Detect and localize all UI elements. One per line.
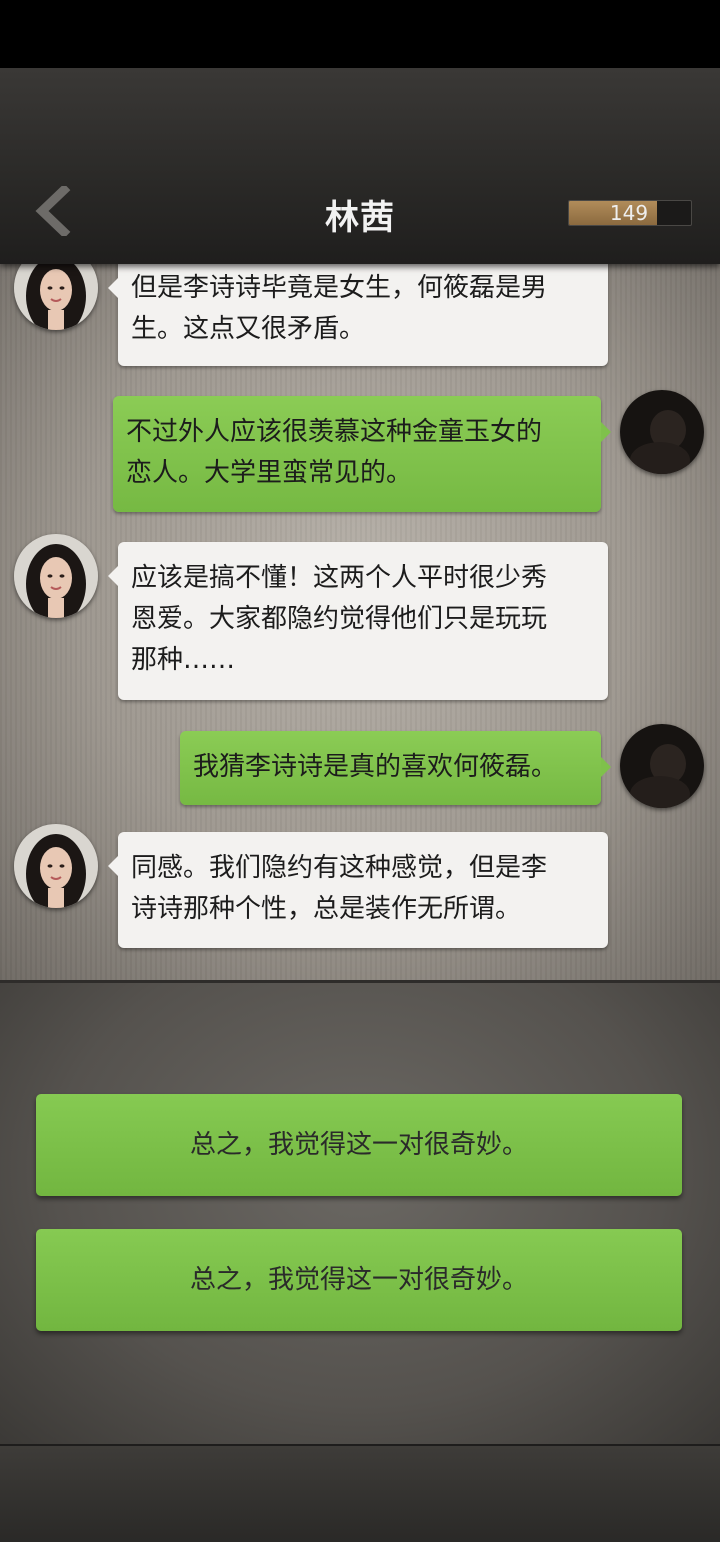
status-bar — [0, 0, 720, 68]
message-line: 生。这点又很矛盾。 — [131, 314, 366, 344]
girl-portrait-icon — [14, 264, 98, 330]
npc-message-bubble: 同感。我们隐约有这种感觉，但是李 诗诗那种个性，总是装作无所谓。 — [108, 832, 608, 948]
message-line: 诗诗那种个性，总是装作无所谓。 — [131, 894, 522, 924]
message-line: 同感。我们隐约有这种感觉，但是李 — [131, 853, 548, 883]
chat-area[interactable]: 但是李诗诗毕竟是女生，何筱磊是男 生。这点又很矛盾。 不过外人应该很羡慕这种金童… — [0, 264, 720, 980]
npc-avatar[interactable] — [14, 824, 98, 908]
bottom-bar — [0, 1444, 720, 1542]
reply-option-button[interactable]: 总之，我觉得这一对很奇妙。 — [36, 1229, 682, 1331]
player-message-bubble: 我猜李诗诗是真的喜欢何筱磊。 — [180, 731, 611, 805]
girl-portrait-icon — [14, 534, 98, 618]
npc-message-bubble: 但是李诗诗毕竟是女生，何筱磊是男 生。这点又很矛盾。 — [108, 264, 608, 366]
player-message-bubble: 不过外人应该很羡慕这种金童玉女的 恋人。大学里蛮常见的。 — [113, 396, 611, 512]
girl-portrait-icon — [14, 824, 98, 908]
player-avatar[interactable] — [620, 724, 704, 808]
message-line: 那种…… — [131, 645, 236, 675]
message-line: 恩爱。大家都隐约觉得他们只是玩玩 — [131, 604, 548, 634]
npc-avatar[interactable] — [14, 534, 98, 618]
energy-meter: 149 — [568, 200, 692, 226]
choice-panel: 总之，我觉得这一对很奇妙。 总之，我觉得这一对很奇妙。 — [0, 980, 720, 1447]
player-silhouette-icon — [620, 724, 704, 808]
player-avatar[interactable] — [620, 390, 704, 474]
message-line: 不过外人应该很羡慕这种金童玉女的 — [126, 417, 543, 447]
message-line: 恋人。大学里蛮常见的。 — [126, 458, 413, 488]
npc-avatar[interactable] — [14, 264, 98, 330]
message-line: 但是李诗诗毕竟是女生，何筱磊是男 — [131, 273, 548, 303]
reply-option-button[interactable]: 总之，我觉得这一对很奇妙。 — [36, 1094, 682, 1196]
player-silhouette-icon — [620, 390, 704, 474]
message-line: 应该是搞不懂！这两个人平时很少秀 — [131, 563, 548, 593]
message-line: 我猜李诗诗是真的喜欢何筱磊。 — [193, 752, 558, 782]
chat-header: 林茜 149 — [0, 68, 720, 264]
npc-message-bubble: 应该是搞不懂！这两个人平时很少秀 恩爱。大家都隐约觉得他们只是玩玩 那种…… — [108, 542, 608, 700]
energy-value: 149 — [609, 201, 649, 225]
